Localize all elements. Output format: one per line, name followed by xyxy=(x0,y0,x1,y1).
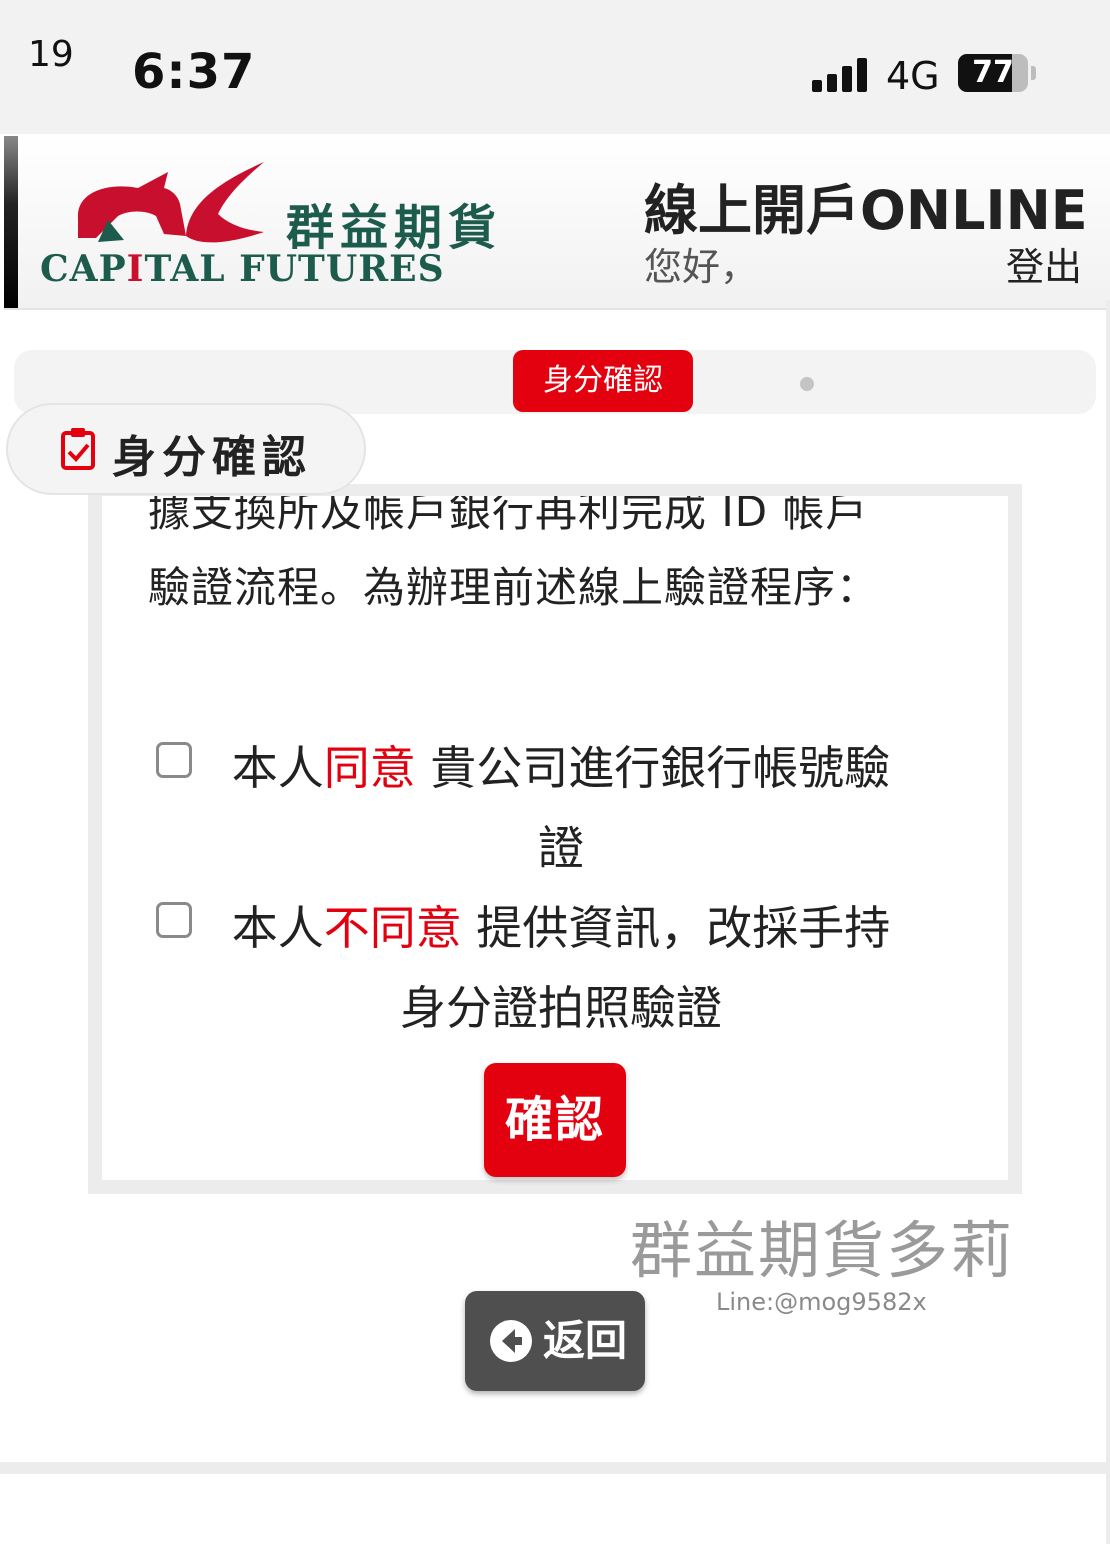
agree-suffix: 貴公司進行銀行帳號驗證 xyxy=(415,741,891,875)
battery-level: 77 xyxy=(972,55,1014,90)
agree-prefix: 本人 xyxy=(231,741,324,795)
logo-en-highlight: I xyxy=(126,248,145,290)
signal-icon xyxy=(812,58,870,92)
disagree-checkbox[interactable] xyxy=(156,902,192,938)
back-button[interactable]: 返回 xyxy=(465,1291,645,1391)
status-time: 6:37 xyxy=(132,44,256,100)
status-bar: 19 6:37 4G 77 xyxy=(0,0,1110,134)
page-bottom-edge xyxy=(0,1462,1110,1474)
eagle-logo-icon xyxy=(77,162,264,243)
step-next-dot xyxy=(800,377,814,391)
disagree-highlight: 不同意 xyxy=(323,901,462,955)
disagree-prefix: 本人 xyxy=(231,901,324,955)
watermark-name: 群益期貨多莉 xyxy=(630,1214,1015,1287)
back-button-label: 返回 xyxy=(543,1316,628,1365)
site-header: 群益期貨 CAPITAL FUTURES 線上開戶ONLINE 您好， 登出 xyxy=(4,136,1110,310)
logo-en-part2: TAL FUTURES xyxy=(144,248,445,290)
watermark-line-id: Line:@mog9582x xyxy=(716,1288,927,1316)
section-title: 身分確認 xyxy=(112,432,312,483)
page-right-edge xyxy=(1106,300,1110,1544)
agree-highlight: 同意 xyxy=(323,741,416,795)
step-identity-active: 身分確認 xyxy=(513,350,693,412)
status-left-number: 19 xyxy=(28,34,74,75)
battery-tip xyxy=(1031,66,1036,80)
page-title: 線上開戶ONLINE xyxy=(644,179,1088,242)
intro-paragraph-cut-line: 據支換所及帳戶銀行再利完成 ID 帳戶 xyxy=(148,496,869,536)
disagree-label[interactable]: 本人不同意 提供資訊，改採手持身分證拍照驗證 xyxy=(216,888,906,1048)
network-type: 4G xyxy=(886,54,940,98)
battery-icon: 77 xyxy=(958,54,1028,92)
confirm-button[interactable]: 確認 xyxy=(484,1063,626,1177)
agree-label[interactable]: 本人同意 貴公司進行銀行帳號驗證 xyxy=(216,728,906,888)
logo-english: CAPITAL FUTURES xyxy=(40,248,445,290)
greeting-text: 您好， xyxy=(644,245,759,289)
disagree-suffix: 提供資訊，改採手持身分證拍照驗證 xyxy=(400,901,891,1035)
arrow-left-circle-icon xyxy=(490,1320,532,1362)
intro-paragraph-text: 驗證流程。為辦理前述線上驗證程序： xyxy=(148,563,880,612)
clipboard-check-icon xyxy=(61,428,95,470)
agree-checkbox[interactable] xyxy=(156,742,192,778)
header-accent-bar xyxy=(4,136,18,308)
section-tab: 身分確認 xyxy=(6,403,366,495)
logo-en-part1: CAP xyxy=(40,248,127,290)
intro-paragraph: 據支換所及帳戶銀行再利完成 ID 帳戶 驗證流程。為辦理前述線上驗證程序： xyxy=(148,496,968,626)
logout-link[interactable]: 登出 xyxy=(1006,236,1082,291)
